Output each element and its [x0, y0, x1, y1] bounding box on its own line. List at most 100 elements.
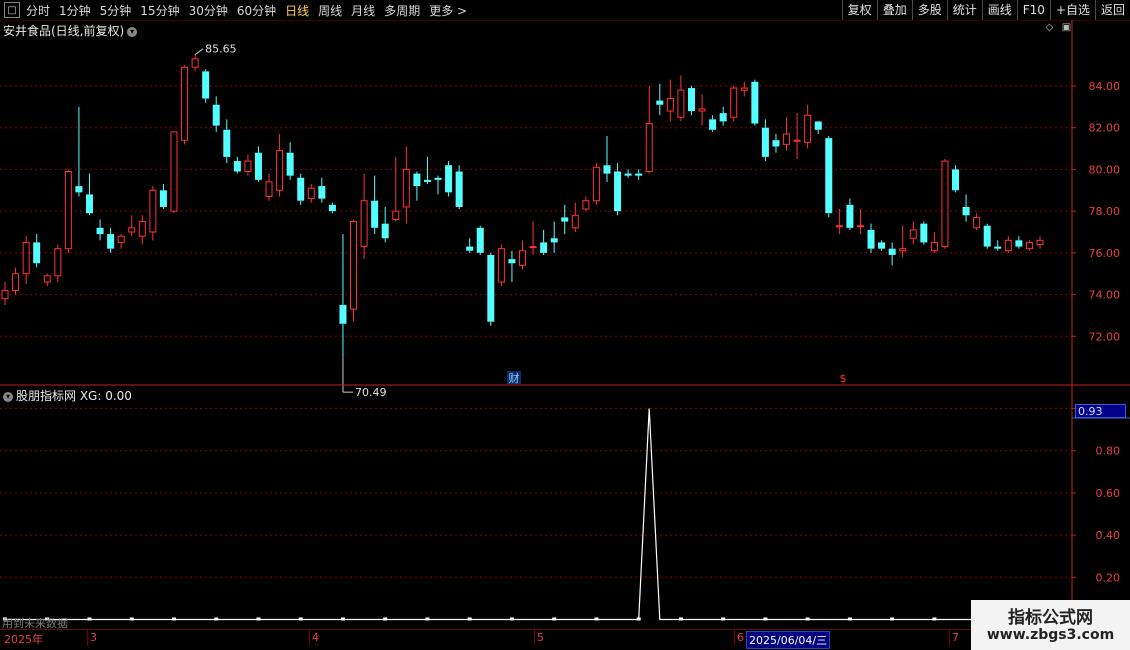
candle [930, 231, 938, 253]
candle [466, 238, 474, 253]
candle [730, 85, 738, 122]
candle-body-down [487, 254, 495, 322]
candle [814, 121, 822, 134]
candle [128, 215, 136, 237]
candle-body-up [402, 168, 410, 208]
candle-body-down [825, 138, 833, 214]
candle [413, 171, 421, 201]
price-axis-label: 76.00 [1089, 247, 1121, 260]
candle [952, 165, 960, 193]
candle [888, 242, 896, 266]
candle-body-down [867, 229, 875, 249]
candle-body-up [64, 170, 72, 250]
candle [159, 184, 167, 210]
candle-body-down [540, 242, 548, 253]
candle-body-down [761, 127, 769, 157]
candle-body-up [265, 181, 273, 198]
date-tick [309, 630, 310, 646]
candle [117, 234, 125, 249]
candle-body-down [508, 259, 516, 264]
candle-body-down [635, 173, 643, 176]
candle [360, 173, 368, 260]
date-tick [949, 630, 950, 646]
candle-body-up [350, 221, 358, 310]
candle-body-up [677, 89, 685, 118]
candle [867, 223, 875, 253]
candle [571, 202, 579, 232]
candle-body-up [698, 108, 706, 112]
indicator-gridlines [0, 408, 1072, 578]
date-axis: 2025年 3 4 5 6 7 2025/06/04/三 [0, 630, 1072, 649]
xg-point [256, 617, 261, 621]
price-axis-label: 84.00 [1089, 80, 1121, 93]
candle [835, 209, 843, 235]
candle [307, 184, 315, 203]
watermark-title: 指标公式网 [1008, 608, 1093, 628]
candle-body-up [360, 200, 368, 248]
indicator-menu-icon[interactable]: ▾ [3, 391, 13, 402]
candle-body-down [751, 81, 759, 124]
candle [191, 54, 199, 72]
candle-body-down [878, 242, 886, 249]
cursor-date: 2025/06/04/三 [746, 631, 831, 649]
candle-body-down [434, 177, 442, 180]
candle [793, 113, 801, 159]
candle [350, 219, 358, 322]
candle-body-up [1004, 239, 1012, 252]
date-tick [534, 630, 535, 646]
candle [276, 133, 284, 197]
watermark-url: www.zbgs3.com [986, 627, 1115, 643]
candle-body-up [54, 248, 62, 277]
indicator-axis: 0.200.400.600.801.00 [1072, 403, 1120, 584]
date-label: 3 [90, 631, 97, 644]
candle [740, 81, 748, 97]
candle-body-down [888, 248, 896, 255]
candle [508, 250, 516, 283]
candle [297, 173, 305, 205]
candle [1036, 236, 1044, 249]
candle-body-up [645, 123, 653, 172]
candle [75, 106, 83, 197]
high-pointer [194, 48, 204, 56]
candle [561, 204, 569, 235]
date-tick [87, 630, 88, 646]
candle [265, 173, 273, 201]
candle [973, 213, 981, 230]
candle-body-down [719, 113, 727, 122]
candle-body-up [519, 250, 526, 266]
xg-line [5, 408, 1040, 621]
candle [392, 156, 400, 222]
candle [381, 206, 389, 243]
candle [286, 142, 294, 180]
candle-body-up [666, 97, 674, 112]
candle [962, 194, 970, 222]
candles [1, 54, 1044, 358]
candle-body-up [1036, 239, 1044, 246]
candle [666, 79, 674, 122]
xg-point [425, 617, 430, 621]
date-label: 4 [312, 631, 319, 644]
candle-body-up [392, 210, 400, 220]
candle-body-up [835, 225, 843, 228]
candle [687, 85, 695, 116]
candle-body-up [497, 248, 505, 283]
candle [22, 236, 30, 285]
candle [434, 175, 442, 195]
candle-body-up [138, 221, 146, 237]
candle-body-up [43, 275, 51, 283]
xg-point [552, 617, 557, 621]
candle-body-down [202, 71, 210, 99]
candle [698, 94, 706, 126]
candle [33, 234, 41, 268]
candle-body-up [909, 229, 917, 239]
price-axis-label: 72.00 [1089, 330, 1121, 343]
price-axis-label: 74.00 [1089, 289, 1121, 302]
candle-body-down [339, 304, 347, 324]
candle [603, 136, 611, 182]
candle [614, 163, 622, 216]
candle-body-up [740, 87, 748, 91]
future-data-note: 用到未来数据 [2, 617, 68, 630]
candle-body-down [107, 234, 115, 249]
candle [856, 209, 864, 235]
candle [804, 104, 812, 149]
